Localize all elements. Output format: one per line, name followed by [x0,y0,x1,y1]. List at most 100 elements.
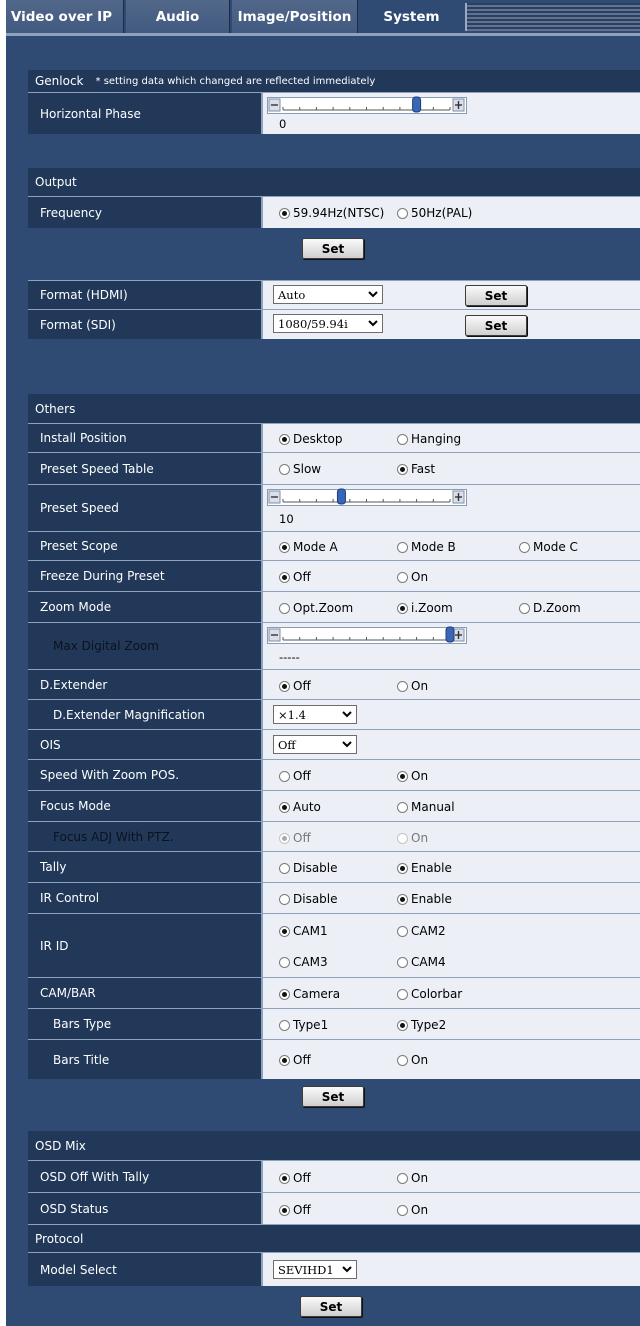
osd-tally-radio-off[interactable]: Off [279,1171,311,1185]
cambar-radio-camera[interactable]: Camera [279,987,340,1001]
tally-label: Tally [28,851,261,882]
radio-dot [397,541,408,553]
bars-title-label: Bars Title [28,1039,261,1079]
radio-dot [519,541,530,553]
dext-radio-on[interactable]: On [397,679,428,693]
irid-radio-cam2[interactable]: CAM2 [397,924,446,938]
zoom-radio-i[interactable]: i.Zoom [397,601,453,615]
freeze-radio-off[interactable]: Off [279,570,311,584]
irid-radio-cam4[interactable]: CAM4 [397,955,446,969]
format-hdmi-select[interactable]: Auto [273,285,383,304]
install-radio-hanging[interactable]: Hanging [397,432,461,446]
dext-radio-off[interactable]: Off [279,679,311,693]
ir-id-row: IR ID CAM1 CAM2 CAM3 CAM4 [28,913,640,977]
preset-speed-slider[interactable] [267,488,467,507]
radio-label: Off [293,1171,311,1185]
frequency-radio-ntsc[interactable]: 59.94Hz(NTSC) [279,206,384,220]
tab-video-over-ip[interactable]: Video over IP [6,0,124,33]
radio-dot [397,680,408,692]
bars-type-value-cell: Type1 Type2 [261,1008,640,1039]
radio-label: Off [293,769,311,783]
osd-mix-title: OSD Mix [35,1138,86,1153]
osd-status-radio-on[interactable]: On [397,1203,428,1217]
select-value: ×1.4 [278,707,306,722]
radio-dot [397,463,408,475]
d-extender-magnification-row: D.Extender Magnification ×1.4 [28,699,640,729]
radio-dot [279,1172,290,1184]
freeze-value-cell: Off On [261,560,640,591]
radio-label: On [411,570,429,584]
model-select-row: Model Select SEVIHD1 [28,1252,640,1286]
horizontal-phase-slider[interactable] [267,96,467,115]
focus-adj-with-ptz-row: Focus ADJ With PTZ. Off On [28,821,640,851]
max-digital-zoom-value-cell: ----- [261,622,640,669]
horizontal-phase-value: 0 [279,117,287,131]
freeze-radio-on[interactable]: On [397,570,428,584]
radio-label: 50Hz(PAL) [411,206,473,220]
chevron-down-icon [342,1266,352,1273]
tally-radio-enable[interactable]: Enable [397,861,452,875]
radio-dot [279,801,290,813]
model-select-dropdown[interactable]: SEVIHD1 [273,1260,357,1279]
output-set-button[interactable]: Set [302,238,364,259]
radio-dot [397,433,408,445]
irid-radio-cam3[interactable]: CAM3 [279,955,328,969]
freeze-during-preset-row: Freeze During Preset Off On [28,560,640,591]
others-set-button[interactable]: Set [302,1086,364,1107]
tally-row: Tally Disable Enable [28,851,640,882]
radio-dot [397,207,408,219]
protocol-set-button[interactable]: Set [300,1296,362,1317]
focus-mode-label: Focus Mode [28,790,261,821]
ois-label: OIS [28,729,261,759]
protocol-header: Protocol [28,1224,640,1252]
cambar-radio-colorbar[interactable]: Colorbar [397,987,462,1001]
radio-dot [279,1054,290,1066]
others-title: Others [35,401,76,416]
tally-radio-disable[interactable]: Disable [279,861,338,875]
btitle-radio-off[interactable]: Off [279,1053,311,1067]
irc-radio-disable[interactable]: Disable [279,892,338,906]
osd-tally-radio-on[interactable]: On [397,1171,428,1185]
irid-radio-cam1[interactable]: CAM1 [279,924,328,938]
format-sdi-set-button[interactable]: Set [465,315,527,336]
focus-radio-auto[interactable]: Auto [279,800,321,814]
select-value: Off [278,737,296,752]
format-sdi-select[interactable]: 1080/59.94i [273,314,383,333]
frequency-radio-pal[interactable]: 50Hz(PAL) [397,206,472,220]
pst-radio-fast[interactable]: Fast [397,462,435,476]
btitle-radio-on[interactable]: On [397,1053,428,1067]
bars-title-row: Bars Title Off On [28,1039,640,1079]
tab-audio[interactable]: Audio [126,0,230,33]
radio-label: Mode A [293,540,338,554]
radio-dot [279,893,290,905]
osd-status-radio-off[interactable]: Off [279,1203,311,1217]
zoom-radio-d[interactable]: D.Zoom [519,601,581,615]
tab-image-position[interactable]: Image/Position [232,0,358,33]
radio-dot [279,988,290,1000]
btype-radio-type2[interactable]: Type2 [397,1018,446,1032]
max-digital-zoom-label: Max Digital Zoom [28,622,261,669]
install-radio-desktop[interactable]: Desktop [279,432,343,446]
zoom-radio-opt[interactable]: Opt.Zoom [279,601,353,615]
ois-select[interactable]: Off [273,735,357,754]
osd-status-row: OSD Status Off On [28,1192,640,1224]
focus-radio-manual[interactable]: Manual [397,800,455,814]
d-extender-magnification-select[interactable]: ×1.4 [273,705,357,724]
btype-radio-type1[interactable]: Type1 [279,1018,328,1032]
scope-radio-mode-a[interactable]: Mode A [279,540,338,554]
cam-bar-label: CAM/BAR [28,977,261,1008]
tab-system[interactable]: System [358,0,465,33]
pst-radio-slow[interactable]: Slow [279,462,321,476]
radio-label: Camera [293,987,341,1001]
slider-thumb [412,96,422,113]
scope-radio-mode-b[interactable]: Mode B [397,540,456,554]
szp-radio-off[interactable]: Off [279,769,311,783]
szp-radio-on[interactable]: On [397,769,428,783]
radio-dot [279,956,290,968]
scope-radio-mode-c[interactable]: Mode C [519,540,578,554]
bars-type-row: Bars Type Type1 Type2 [28,1008,640,1039]
irc-radio-enable[interactable]: Enable [397,892,452,906]
format-hdmi-set-button[interactable]: Set [465,285,527,306]
osd-mix-header: OSD Mix [28,1131,640,1160]
osd-status-value-cell: Off On [261,1192,640,1224]
